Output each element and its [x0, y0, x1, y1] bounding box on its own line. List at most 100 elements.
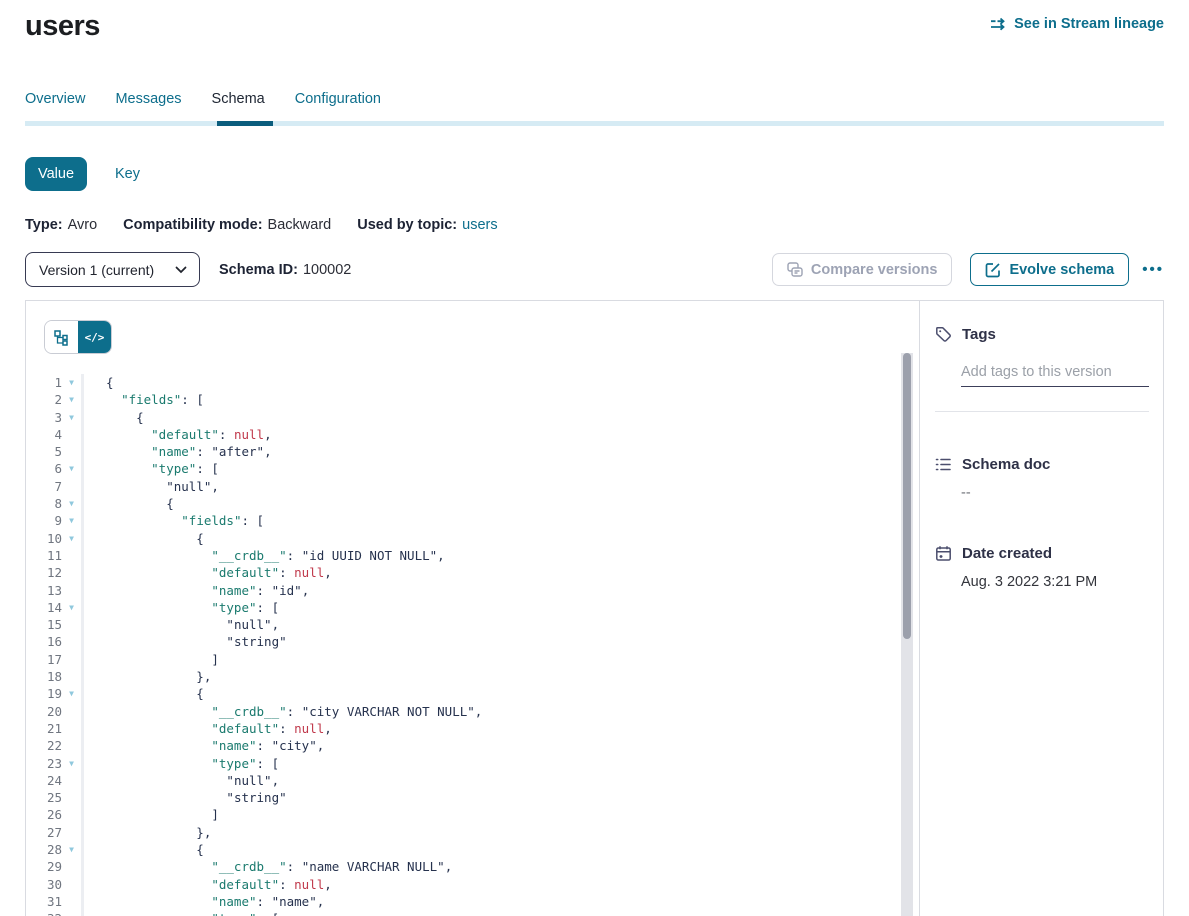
fold-arrow-icon[interactable]: ▼	[62, 530, 81, 547]
code-line: 11 "__crdb__": "id UUID NOT NULL",	[26, 547, 919, 564]
fold-spacer	[62, 564, 81, 581]
version-select[interactable]: Version 1 (current)	[25, 252, 200, 287]
code-text: ]	[81, 806, 219, 823]
schema-meta-row: Type:Avro Compatibility mode:Backward Us…	[25, 217, 1164, 233]
fold-spacer	[62, 651, 81, 668]
code-lines: 1▼{2▼ "fields": [3▼ {4 "default": null,5…	[26, 374, 919, 916]
fold-arrow-icon[interactable]: ▼	[62, 460, 81, 477]
code-text: "default": null,	[81, 564, 332, 581]
line-number: 28	[26, 841, 62, 858]
fold-arrow-icon[interactable]: ▼	[62, 512, 81, 529]
fold-arrow-icon[interactable]: ▼	[62, 391, 81, 408]
see-in-stream-lineage-link[interactable]: See in Stream lineage	[990, 16, 1164, 32]
code-line: 23▼ "type": [	[26, 755, 919, 772]
line-number: 5	[26, 443, 62, 460]
tab-overview[interactable]: Overview	[25, 91, 85, 121]
add-tags-input[interactable]	[961, 364, 1149, 387]
code-editor[interactable]: 1▼{2▼ "fields": [3▼ {4 "default": null,5…	[26, 374, 919, 916]
fold-arrow-icon[interactable]: ▼	[62, 841, 81, 858]
line-number: 9	[26, 512, 62, 529]
stream-lineage-icon	[990, 17, 1007, 31]
schema-controls-row: Version 1 (current) Schema ID:100002 Com…	[25, 252, 1164, 287]
code-line: 20 "__crdb__": "city VARCHAR NOT NULL",	[26, 703, 919, 720]
tree-view-icon	[53, 329, 70, 346]
fold-spacer	[62, 720, 81, 737]
line-number: 25	[26, 789, 62, 806]
topic-link[interactable]: users	[462, 217, 497, 233]
code-line: 6▼ "type": [	[26, 460, 919, 477]
fold-spacer	[62, 737, 81, 754]
line-number: 12	[26, 564, 62, 581]
tab-messages[interactable]: Messages	[115, 91, 181, 121]
code-line: 1▼{	[26, 374, 919, 391]
fold-spacer	[62, 633, 81, 650]
fold-spacer	[62, 582, 81, 599]
code-line: 25 "string"	[26, 789, 919, 806]
code-text: },	[81, 824, 211, 841]
code-line: 9▼ "fields": [	[26, 512, 919, 529]
code-line: 19▼ {	[26, 685, 919, 702]
line-number: 22	[26, 737, 62, 754]
compare-versions-button[interactable]: Compare versions	[772, 253, 953, 286]
fold-arrow-icon[interactable]: ▼	[62, 495, 81, 512]
evolve-schema-button[interactable]: Evolve schema	[970, 253, 1129, 286]
date-created-value: Aug. 3 2022 3:21 PM	[961, 574, 1149, 590]
line-number: 31	[26, 893, 62, 910]
line-number: 18	[26, 668, 62, 685]
code-text: {	[81, 495, 174, 512]
code-text: "fields": [	[81, 391, 204, 408]
date-created-section: Date created Aug. 3 2022 3:21 PM	[935, 545, 1149, 590]
code-line: 26 ]	[26, 806, 919, 823]
fold-arrow-icon[interactable]: ▼	[62, 409, 81, 426]
code-text: "name": "after",	[81, 443, 272, 460]
tab-configuration[interactable]: Configuration	[295, 91, 381, 121]
active-tab-indicator	[217, 121, 273, 126]
code-view-icon: </>	[85, 331, 105, 344]
code-view-button[interactable]: </>	[78, 321, 111, 353]
code-text: },	[81, 668, 211, 685]
key-segment-button[interactable]: Key	[115, 166, 140, 182]
code-text: {	[81, 409, 144, 426]
fold-spacer	[62, 824, 81, 841]
chevron-down-icon	[175, 266, 187, 274]
code-line: 2▼ "fields": [	[26, 391, 919, 408]
code-text: "name": "city",	[81, 737, 324, 754]
sidebar-divider	[935, 411, 1149, 412]
code-line: 5 "name": "after",	[26, 443, 919, 460]
code-line: 31 "name": "name",	[26, 893, 919, 910]
more-options-button[interactable]: •••	[1142, 261, 1164, 278]
schema-editor-pane: </> 1▼{2▼ "fields": [3▼ {4 "default": nu…	[26, 301, 919, 916]
code-text: "null",	[81, 772, 279, 789]
line-number: 1	[26, 374, 62, 391]
fold-arrow-icon[interactable]: ▼	[62, 910, 81, 916]
fold-spacer	[62, 668, 81, 685]
value-segment-button[interactable]: Value	[25, 157, 87, 191]
code-line: 16 "string"	[26, 633, 919, 650]
code-text: {	[81, 841, 204, 858]
code-line: 15 "null",	[26, 616, 919, 633]
fold-arrow-icon[interactable]: ▼	[62, 685, 81, 702]
tab-bar: Overview Messages Schema Configuration	[25, 91, 1164, 126]
line-number: 21	[26, 720, 62, 737]
fold-arrow-icon[interactable]: ▼	[62, 599, 81, 616]
line-number: 24	[26, 772, 62, 789]
fold-spacer	[62, 478, 81, 495]
fold-arrow-icon[interactable]: ▼	[62, 374, 81, 391]
tree-view-button[interactable]	[45, 321, 78, 353]
type-field: Type:Avro	[25, 217, 97, 233]
schema-sidebar: Tags Schema doc --	[919, 301, 1163, 916]
code-line: 24 "null",	[26, 772, 919, 789]
editor-scrollbar-thumb[interactable]	[903, 353, 911, 639]
tab-schema[interactable]: Schema	[212, 91, 265, 121]
line-number: 2	[26, 391, 62, 408]
line-number: 11	[26, 547, 62, 564]
code-line: 21 "default": null,	[26, 720, 919, 737]
fold-spacer	[62, 772, 81, 789]
fold-arrow-icon[interactable]: ▼	[62, 755, 81, 772]
fold-spacer	[62, 858, 81, 875]
schema-doc-value: --	[961, 485, 1149, 501]
editor-scrollbar-track[interactable]	[901, 353, 913, 916]
code-line: 10▼ {	[26, 530, 919, 547]
line-number: 30	[26, 876, 62, 893]
code-line: 29 "__crdb__": "name VARCHAR NULL",	[26, 858, 919, 875]
